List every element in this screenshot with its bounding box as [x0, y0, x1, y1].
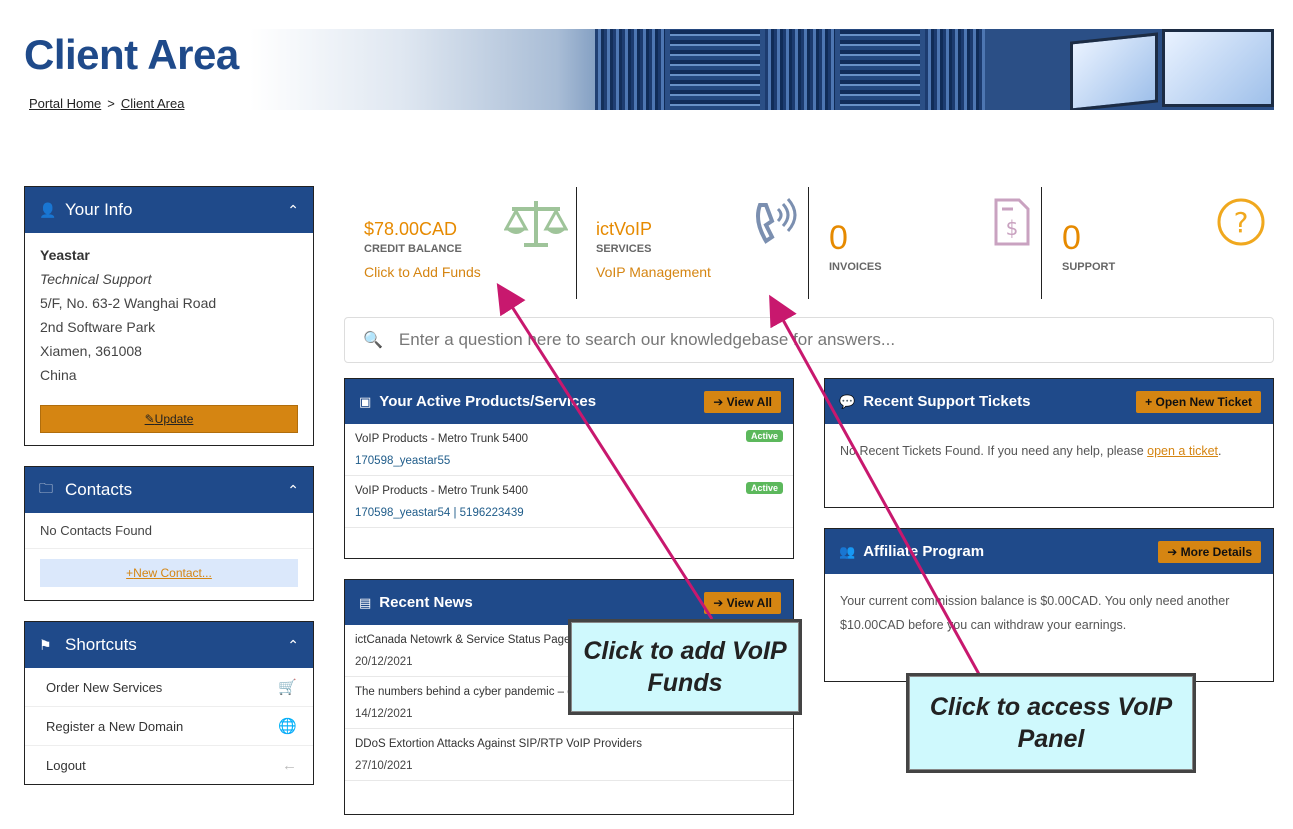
contacts-body: No Contacts Found: [25, 513, 313, 549]
globe-icon: 🌐: [278, 718, 297, 735]
news-title: DDoS Extortion Attacks Against SIP/RTP V…: [355, 738, 643, 750]
search-placeholder: Enter a question here to search our know…: [398, 330, 896, 349]
affiliate-program-title: Affiliate Program: [863, 543, 985, 560]
invoices-label: INVOICES: [829, 261, 882, 273]
product-name: VoIP Products - Metro Trunk 5400: [355, 485, 529, 497]
status-badge: Active: [745, 482, 783, 494]
open-new-ticket-button[interactable]: + Open New Ticket: [1136, 390, 1261, 413]
product-username: 170598_yeastar54 | 5196223439: [355, 507, 524, 519]
shortcut-order-new-services[interactable]: Order New Services 🛒: [25, 668, 313, 707]
callout-add-voip-funds: Click to add VoIP Funds: [568, 619, 802, 715]
stat-services: ictVoIP SERVICES VoIP Management: [596, 187, 806, 299]
affiliate-text: Your current commission balance is $0.00…: [840, 594, 1230, 632]
folder-icon: 🗀: [39, 480, 53, 496]
active-products-header: ▣ Your Active Products/Services ➔ View A…: [345, 379, 793, 424]
question-circle-icon: ?: [1217, 198, 1265, 246]
your-info-body: Yeastar Technical Support 5/F, No. 63-2 …: [25, 233, 313, 397]
products-view-all-button[interactable]: ➔ View All: [704, 390, 781, 413]
your-info-title: Your Info: [65, 200, 133, 219]
stat-divider: [1041, 187, 1042, 299]
news-view-all-button[interactable]: ➔ View All: [704, 591, 781, 614]
support-tickets-header: 💬 Recent Support Tickets + Open New Tick…: [825, 379, 1273, 424]
address-line: 5/F, No. 63-2 Wanghai Road: [40, 295, 217, 311]
more-details-button[interactable]: ➔ More Details: [1158, 540, 1261, 563]
cart-icon: 🛒: [278, 679, 297, 696]
contacts-header[interactable]: 🗀 Contacts ⌃: [25, 467, 313, 513]
chevron-up-icon[interactable]: ⌃: [287, 482, 299, 499]
voip-management-link[interactable]: VoIP Management: [596, 264, 806, 280]
support-tickets-card: 💬 Recent Support Tickets + Open New Tick…: [824, 378, 1274, 508]
stat-invoices: 0 INVOICES $: [829, 187, 1039, 299]
contacts-title: Contacts: [65, 480, 133, 499]
product-username: 170598_yeastar55: [355, 455, 451, 467]
shortcuts-title: Shortcuts: [65, 635, 137, 654]
your-info-header[interactable]: 👤 Your Info ⌃: [25, 187, 313, 233]
tickets-empty-text: No Recent Tickets Found. If you need any…: [840, 444, 1222, 458]
breadcrumb-portal-home[interactable]: Portal Home: [29, 96, 101, 111]
breadcrumb-separator: >: [107, 96, 115, 111]
cube-icon: ▣: [359, 393, 372, 409]
contacts-empty-text: No Contacts Found: [25, 513, 313, 549]
callout-access-voip-panel: Click to access VoIP Panel: [906, 673, 1196, 773]
address-line: 2nd Software Park: [40, 319, 156, 335]
address-line: China: [40, 367, 77, 383]
support-label: SUPPORT: [1062, 261, 1116, 273]
recent-news-title: Recent News: [379, 594, 473, 611]
open-ticket-link[interactable]: open a ticket: [1147, 444, 1218, 458]
chevron-up-icon[interactable]: ⌃: [287, 202, 299, 219]
active-products-title: Your Active Products/Services: [379, 393, 597, 410]
stat-divider: [576, 187, 577, 299]
shortcut-register-domain[interactable]: Register a New Domain 🌐: [25, 707, 313, 746]
shortcuts-header[interactable]: ⚑ Shortcuts ⌃: [25, 622, 313, 668]
stat-credit-balance: $78.00CAD CREDIT BALANCE Click to Add Fu…: [364, 187, 574, 299]
header: Client Area Portal Home > Client Area: [0, 0, 1293, 120]
shortcut-logout[interactable]: Logout ←: [25, 746, 313, 785]
new-contact-button[interactable]: +New Contact...: [40, 559, 298, 587]
arrow-left-icon: ←: [282, 757, 297, 774]
breadcrumb: Portal Home > Client Area: [29, 96, 184, 111]
user-icon: 👤: [39, 201, 57, 218]
active-products-card: ▣ Your Active Products/Services ➔ View A…: [344, 378, 794, 559]
phone-icon: [756, 198, 797, 244]
contacts-panel: 🗀 Contacts ⌃ No Contacts Found +New Cont…: [24, 466, 314, 601]
page-title: Client Area: [24, 31, 239, 78]
users-icon: 👥: [839, 543, 856, 559]
search-icon: 🔍: [363, 332, 383, 349]
product-item[interactable]: VoIP Products - Metro Trunk 5400 170598_…: [345, 424, 793, 476]
pencil-icon: ✎: [144, 412, 155, 426]
breadcrumb-client-area[interactable]: Client Area: [121, 96, 185, 111]
shortcuts-panel: ⚑ Shortcuts ⌃ Order New Services 🛒 Regis…: [24, 621, 314, 785]
update-button[interactable]: ✎Update: [40, 405, 298, 433]
balance-scale-icon: [504, 201, 568, 247]
newspaper-icon: ▤: [359, 594, 372, 610]
support-tickets-title: Recent Support Tickets: [863, 393, 1031, 410]
news-item[interactable]: DDoS Extortion Attacks Against SIP/RTP V…: [345, 729, 793, 781]
bookmark-icon: ⚑: [39, 636, 52, 653]
add-funds-link[interactable]: Click to Add Funds: [364, 264, 574, 280]
affiliate-program-header: 👥 Affiliate Program ➔ More Details: [825, 529, 1273, 574]
invoice-icon: $: [994, 198, 1030, 246]
stat-divider: [808, 187, 809, 299]
chevron-up-icon[interactable]: ⌃: [287, 637, 299, 654]
header-banner-image: [250, 29, 1274, 110]
svg-text:?: ?: [1234, 206, 1249, 239]
affiliate-program-card: 👥 Affiliate Program ➔ More Details Your …: [824, 528, 1274, 682]
product-name: VoIP Products - Metro Trunk 5400: [355, 433, 529, 445]
comments-icon: 💬: [839, 393, 856, 409]
knowledgebase-search-input[interactable]: 🔍 Enter a question here to search our kn…: [344, 317, 1274, 363]
stat-support: 0 SUPPORT ?: [1062, 187, 1272, 299]
news-date: 27/10/2021: [355, 760, 413, 772]
account-name: Yeastar: [40, 247, 90, 263]
svg-text:$: $: [1006, 216, 1019, 240]
product-item[interactable]: VoIP Products - Metro Trunk 5400 170598_…: [345, 476, 793, 528]
status-badge: Active: [745, 430, 783, 442]
account-role: Technical Support: [40, 271, 152, 287]
your-info-panel: 👤 Your Info ⌃ Yeastar Technical Support …: [24, 186, 314, 446]
address-line: Xiamen, 361008: [40, 343, 142, 359]
